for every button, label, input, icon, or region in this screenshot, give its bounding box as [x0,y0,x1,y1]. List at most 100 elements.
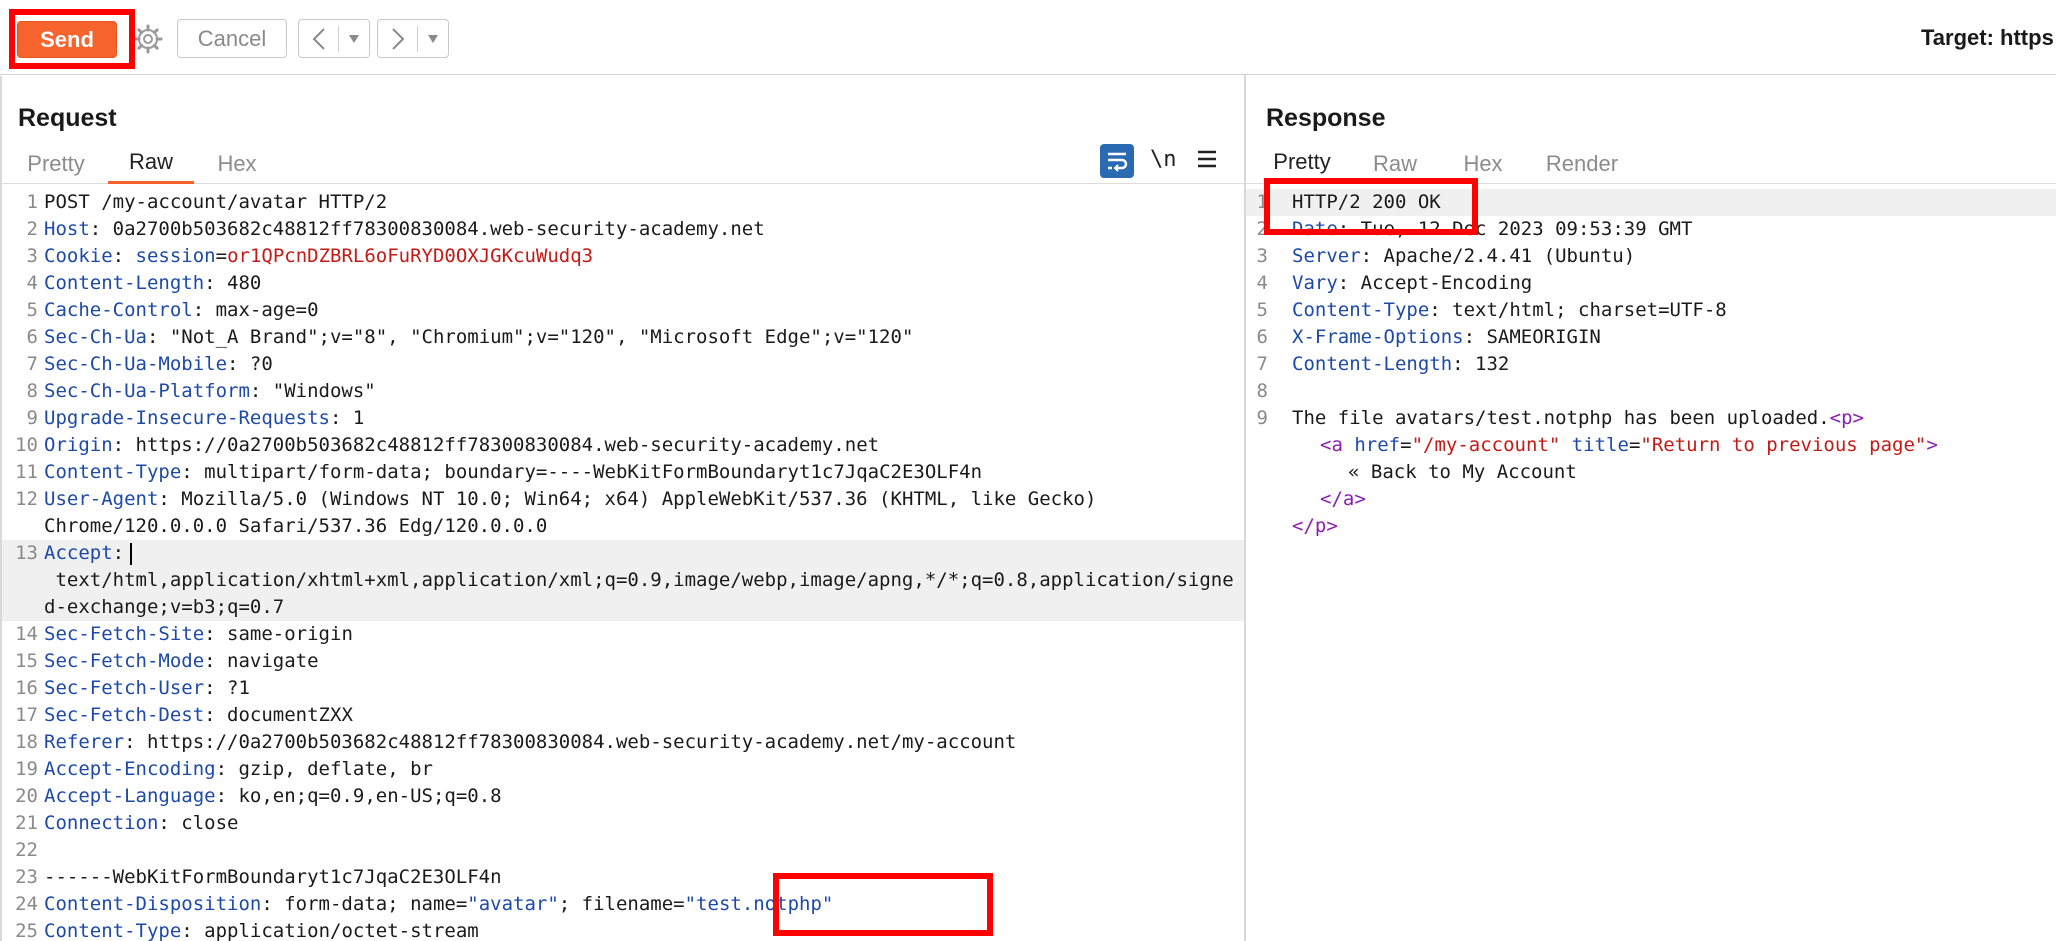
cookie-name: session [135,245,216,267]
cancel-button[interactable]: Cancel [177,19,287,58]
header-name: Accept-Language [44,785,216,807]
code-line: 6 X-Frame-Options: SAMEORIGIN [1246,324,2056,351]
tab-response-raw[interactable]: Raw [1364,143,1426,184]
code-line: 18 Referer: https://0a2700b503682c48812ff… [2,729,1244,756]
forward-arrow-icon[interactable] [378,20,417,57]
line-number: 22 [15,839,38,861]
html-tag: <a [1320,434,1343,456]
request-tabs: Pretty Raw Hex [2,143,1244,184]
header-name: Content-Disposition [44,893,262,915]
header-value: multipart/form-data; boundary=----WebKit… [192,461,983,483]
upload-filename: "test.notphp" [684,893,834,915]
header-value: ?0 [238,353,273,375]
header-value: "Not_A Brand";v="8", "Chromium";v="120",… [158,326,914,348]
header-value: ?1 [215,677,250,699]
html-tag: </p> [1292,515,1338,537]
response-body-text: The file avatars/test.notphp has been up… [1292,407,1830,429]
code-line: 3 Cookie: session=or1QPcnDZBRL6oFuRYD0OXJ… [2,243,1244,270]
history-back-button[interactable] [298,19,370,58]
header-name: Host [44,218,90,240]
dropdown-caret-icon[interactable] [418,20,448,57]
header-name: Connection [44,812,159,834]
line-number: 2 [1256,218,1268,240]
code-line: 4 Content-Length: 480 [2,270,1244,297]
code-line: 14 Sec-Fetch-Site: same-origin [2,621,1244,648]
line-number: 8 [26,380,38,402]
line-number: 23 [15,866,38,888]
header-value: application/octet-stream [192,920,479,941]
html-tag: > [1926,434,1938,456]
html-attribute: title [1571,434,1629,456]
settings-gear-icon[interactable] [131,19,165,59]
request-editor[interactable]: 1 POST /my-account/avatar HTTP/2 2 Host: 0… [2,189,1244,941]
tab-response-hex[interactable]: Hex [1454,143,1512,184]
header-name: Cache-Control [44,299,193,321]
header-name: Date [1292,218,1338,240]
header-name: Cookie [44,245,113,267]
back-arrow-icon[interactable] [299,20,338,57]
line-number: 5 [1256,299,1268,321]
code-line: </p> [1246,513,2056,540]
dropdown-caret-icon[interactable] [339,20,369,57]
line-number: 9 [26,407,38,429]
line-number: 7 [26,353,38,375]
history-forward-button[interactable] [377,19,449,58]
header-value: 480 [215,272,262,294]
line-number: 25 [15,920,38,941]
code-line: </a> [1246,486,2056,513]
header-name: Content-Length [1292,353,1453,375]
response-editor[interactable]: 1 HTTP/2 200 OK 2 Date: Tue, 12 Dec 2023 0… [1246,189,2056,941]
header-name: Referer [44,731,125,753]
line-number: 7 [1256,353,1268,375]
line-number: 24 [15,893,38,915]
link-text: « Back to My Account [1348,461,1577,483]
target-label[interactable]: Target: https [1921,25,2054,51]
newline-toggle-icon[interactable]: \n [1150,147,1177,172]
line-number: 6 [26,326,38,348]
header-name: User-Agent [44,488,159,510]
header-name: Content-Type [1292,299,1430,321]
code-line: 23 ------WebKitFormBoundaryt1c7JqaC2E3OLF… [2,864,1244,891]
request-panel: Request Pretty Raw Hex \n 1 POST /my-acco… [0,76,1244,941]
html-attribute: href [1354,434,1401,456]
tab-request-pretty[interactable]: Pretty [14,143,98,184]
cookie-value: or1QPcnDZBRL6oFuRYD0OXJGKcuWudq3 [227,245,594,267]
tab-request-hex[interactable]: Hex [202,143,272,184]
tab-response-render[interactable]: Render [1542,143,1622,184]
header-name: Accept [44,542,113,564]
request-title: Request [18,104,117,132]
line-number: 10 [15,434,38,456]
header-name: Content-Type [44,461,182,483]
line-number: 2 [26,218,38,240]
header-value: 132 [1463,353,1510,375]
request-line: POST /my-account/avatar HTTP/2 [44,191,388,213]
code-line: 4 Vary: Accept-Encoding [1246,270,2056,297]
tab-request-raw[interactable]: Raw [108,143,194,184]
header-value: gzip, deflate, br [227,758,433,780]
header-name: Sec-Fetch-Dest [44,704,205,726]
response-title: Response [1266,104,1386,132]
line-number: 15 [15,650,38,672]
line-number: 20 [15,785,38,807]
header-value: ko,en;q=0.9,en-US;q=0.8 [227,785,502,807]
line-number: 18 [15,731,38,753]
html-attribute-value: "Return to previous page" [1640,434,1927,456]
send-button[interactable]: Send [17,21,117,58]
multipart-boundary: ------WebKitFormBoundaryt1c7JqaC2E3OLF4n [44,866,502,888]
menu-icon[interactable] [1196,148,1218,175]
code-line: 1 HTTP/2 200 OK [1246,189,2056,216]
code-line: <a href="/my-account" title="Return to p… [1320,434,1938,456]
tab-response-pretty[interactable]: Pretty [1268,143,1336,184]
header-value: https://0a2700b503682c48812ff78300830084… [135,731,1017,753]
request-view-options: \n [1100,144,1230,178]
code-line: 25 Content-Type: application/octet-stream [2,918,1244,941]
line-number: 14 [15,623,38,645]
word-wrap-icon[interactable] [1100,144,1134,178]
header-name: Sec-Ch-Ua [44,326,147,348]
header-name: Sec-Ch-Ua-Mobile [44,353,228,375]
header-name: Sec-Fetch-User [44,677,205,699]
code-line: 8 [1246,378,2056,405]
line-number: 11 [15,461,38,483]
header-value: 0a2700b503682c48812ff78300830084.web-sec… [101,218,765,240]
header-value: max-age=0 [204,299,319,321]
